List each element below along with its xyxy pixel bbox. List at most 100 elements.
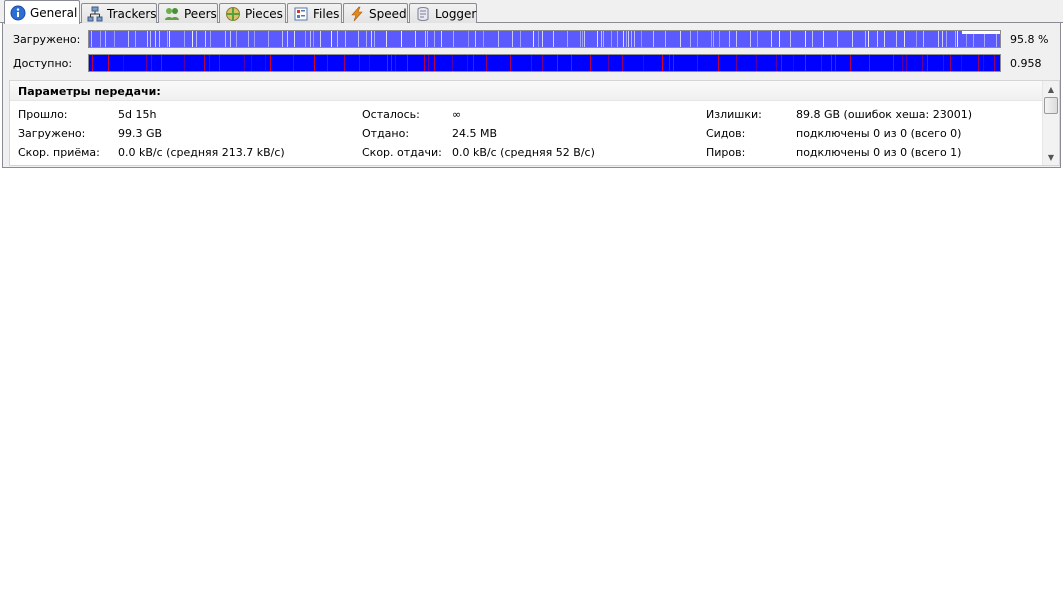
- piece-gap-stripe: [719, 31, 720, 47]
- downloaded-size-label: Загружено:: [18, 127, 86, 140]
- piece-gap-stripe: [790, 31, 791, 47]
- piece-gap-stripe: [305, 31, 306, 47]
- uploaded-value: 24.5 MB: [452, 127, 498, 140]
- unavailable-piece-stripe: [869, 55, 870, 71]
- piece-gap-stripe: [331, 31, 332, 47]
- piece-gap-stripe: [254, 31, 255, 47]
- tab-label: Pieces: [245, 6, 283, 21]
- piece-gap-stripe: [750, 31, 751, 47]
- piece-gap-stripe: [868, 31, 869, 47]
- unavailable-piece-stripe: [387, 55, 388, 71]
- piece-gap-stripe: [736, 31, 737, 47]
- unavailable-piece-stripe: [821, 55, 822, 71]
- unavailable-piece-stripe: [893, 55, 894, 71]
- piece-gap-stripe: [713, 31, 714, 47]
- piece-gap-stripe: [631, 31, 632, 47]
- piece-gap-stripe: [966, 31, 967, 47]
- piece-gap-stripe: [468, 31, 469, 47]
- piece-gap-stripe: [287, 31, 288, 47]
- piece-gap-stripe: [896, 31, 897, 47]
- piece-gap-stripe: [634, 31, 635, 47]
- scroll-icon: [415, 6, 431, 22]
- unavailable-piece-stripe: [673, 55, 674, 71]
- piece-gap-stripe: [538, 31, 539, 47]
- download-speed-label: Скор. приёма:: [18, 146, 100, 159]
- piece-gap-stripe: [147, 31, 148, 47]
- tab-trackers[interactable]: Trackers: [81, 3, 157, 23]
- unavailable-piece-stripe: [424, 55, 425, 71]
- upload-speed-value: 0.0 kB/c (средняя 52 B/c): [452, 146, 595, 159]
- piece-gap-stripe: [923, 31, 924, 47]
- piece-gap-stripe: [114, 31, 115, 47]
- remaining-value: ∞: [452, 108, 462, 121]
- unavailable-piece-stripe: [835, 55, 836, 71]
- tab-logger[interactable]: Logger: [409, 3, 477, 23]
- unavailable-piece-stripe: [151, 55, 152, 71]
- download-speed-value: 0.0 kB/c (средняя 213.7 kB/c): [118, 146, 285, 159]
- unavailable-piece-stripe: [434, 55, 435, 71]
- unavailable-piece-stripe: [776, 55, 777, 71]
- unavailable-piece-stripe: [314, 55, 315, 71]
- scrollbar-thumb[interactable]: [1044, 97, 1058, 114]
- downloaded-size-value: 99.3 GB: [118, 127, 163, 140]
- piece-gap-stripe: [553, 31, 554, 47]
- unavailable-piece-stripe: [590, 55, 591, 71]
- unavailable-piece-stripe: [542, 55, 543, 71]
- transfer-section: Параметры передачи: Прошло: 5d 15h Загру…: [9, 80, 1060, 166]
- tab-label: Logger: [435, 6, 477, 21]
- piece-gap-stripe: [623, 31, 624, 47]
- piece-gap-stripe: [128, 31, 129, 47]
- unavailable-piece-stripe: [906, 55, 907, 71]
- tab-label: Peers: [184, 6, 217, 21]
- unavailable-piece-stripe: [961, 55, 962, 71]
- piece-gap-stripe: [105, 31, 106, 47]
- tab-peers[interactable]: Peers: [158, 3, 218, 23]
- piece-gap-stripe: [996, 31, 997, 47]
- unavailable-piece-stripe: [92, 55, 93, 71]
- tab-pieces[interactable]: Pieces: [219, 3, 286, 23]
- piece-gap-stripe: [155, 31, 156, 47]
- unavailable-piece-stripe: [756, 55, 757, 71]
- downloaded-pieces-bar: [88, 30, 1001, 48]
- elapsed-label: Прошло:: [18, 108, 68, 121]
- availability-bar: [88, 54, 1001, 72]
- unavailable-piece-stripe: [669, 55, 670, 71]
- tab-files[interactable]: Files: [287, 3, 342, 23]
- unavailable-piece-stripe: [922, 55, 923, 71]
- unavailable-piece-stripe: [662, 55, 663, 71]
- piece-gap-stripe: [401, 31, 402, 47]
- tab-label: General: [30, 5, 78, 20]
- tab-speed[interactable]: Speed: [343, 3, 408, 23]
- general-tab-content: Загружено: 95.8 % Доступно: 0.958 Параме…: [2, 23, 1061, 168]
- unavailable-piece-stripe: [293, 55, 294, 71]
- scroll-up-arrow-icon[interactable]: ▲: [1043, 81, 1059, 97]
- piece-gap-stripe: [248, 31, 249, 47]
- tab-label: Trackers: [107, 6, 157, 21]
- unavailable-piece-stripe: [643, 55, 644, 71]
- unavailable-piece-stripe: [531, 55, 532, 71]
- piece-gap-stripe: [805, 31, 806, 47]
- network-icon: [87, 6, 103, 22]
- vertical-scrollbar[interactable]: ▲ ▼: [1042, 81, 1059, 165]
- unavailable-piece-stripe: [943, 55, 944, 71]
- piece-gap-stripe: [475, 31, 476, 47]
- piece-gap-stripe: [904, 31, 905, 47]
- scroll-down-arrow-icon[interactable]: ▼: [1043, 149, 1059, 165]
- unavailable-piece-stripe: [359, 55, 360, 71]
- downloaded-label: Загружено:: [13, 33, 81, 46]
- files-icon: [293, 6, 309, 22]
- piece-gap-stripe: [453, 31, 454, 47]
- elapsed-value: 5d 15h: [118, 108, 157, 121]
- missing-pieces-segment: [962, 31, 1000, 34]
- unavailable-piece-stripe: [452, 55, 453, 71]
- tab-general[interactable]: General: [4, 0, 80, 24]
- piece-gap-stripe: [184, 31, 185, 47]
- unavailable-piece-stripe: [902, 55, 903, 71]
- piece-gap-stripe: [812, 31, 813, 47]
- unavailable-piece-stripe: [571, 55, 572, 71]
- unavailable-piece-stripe: [391, 55, 392, 71]
- seeds-value: подключены 0 из 0 (всего 0): [796, 127, 962, 140]
- unavailable-piece-stripe: [805, 55, 806, 71]
- unavailable-piece-stripe: [184, 55, 185, 71]
- piece-gap-stripe: [597, 31, 598, 47]
